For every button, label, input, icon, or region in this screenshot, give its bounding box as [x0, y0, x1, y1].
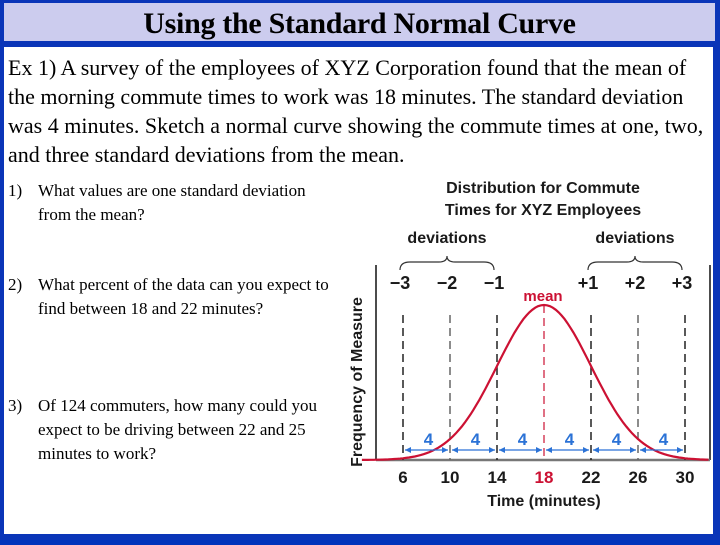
- chart-title-line-1: Distribution for Commute: [446, 180, 640, 197]
- slide-title: Using the Standard Normal Curve: [143, 7, 576, 40]
- deviation-label: +1: [578, 273, 599, 293]
- normal-curve-chart: Distribution for Commute Times for XYZ E…: [340, 170, 720, 540]
- interval-width-label: 4: [518, 430, 528, 449]
- mean-label: mean: [523, 288, 562, 305]
- question-text: What percent of the data can you expect …: [38, 275, 329, 318]
- interval-width-label: 4: [659, 430, 669, 449]
- deviation-group-label: deviations: [407, 230, 486, 247]
- deviation-label: −1: [484, 273, 505, 293]
- x-tick-label: 22: [582, 468, 601, 487]
- example-text: Ex 1) A survey of the employees of XYZ C…: [8, 55, 704, 167]
- interval-width-label: 4: [471, 430, 481, 449]
- x-axis-label: Time (minutes): [487, 493, 601, 510]
- chart-svg: Distribution for Commute Times for XYZ E…: [340, 170, 712, 532]
- y-axis-label: Frequency of Measure: [349, 297, 366, 467]
- interval-width-label: 4: [612, 430, 622, 449]
- interval-width-label: 4: [565, 430, 575, 449]
- question-1: 1) What values are one standard deviatio…: [8, 179, 338, 227]
- chart-background: [340, 170, 712, 532]
- question-number: 2): [8, 275, 23, 294]
- question-2: 2) What percent of the data can you expe…: [8, 273, 338, 321]
- x-tick-label: 6: [398, 468, 407, 487]
- question-text: Of 124 commuters, how many could you exp…: [38, 396, 318, 463]
- slide-frame: Using the Standard Normal Curve Ex 1) A …: [0, 0, 720, 540]
- interval-width-label: 4: [424, 430, 434, 449]
- title-bar: Using the Standard Normal Curve: [4, 3, 715, 41]
- x-tick-label: 26: [629, 468, 648, 487]
- deviation-label: +2: [625, 273, 646, 293]
- chart-title-line-2: Times for XYZ Employees: [445, 202, 641, 219]
- deviation-label: −2: [437, 273, 458, 293]
- question-number: 1): [8, 181, 23, 200]
- deviation-group-label: deviations: [595, 230, 674, 247]
- x-tick-label: 18: [535, 468, 554, 487]
- x-tick-label: 10: [441, 468, 460, 487]
- question-3: 3) Of 124 commuters, how many could you …: [8, 394, 338, 466]
- question-text: What values are one standard deviation f…: [38, 181, 306, 224]
- deviation-label: +3: [672, 273, 693, 293]
- question-number: 3): [8, 396, 23, 415]
- x-tick-label: 14: [488, 468, 507, 487]
- deviation-label: −3: [390, 273, 411, 293]
- x-tick-label: 30: [676, 468, 695, 487]
